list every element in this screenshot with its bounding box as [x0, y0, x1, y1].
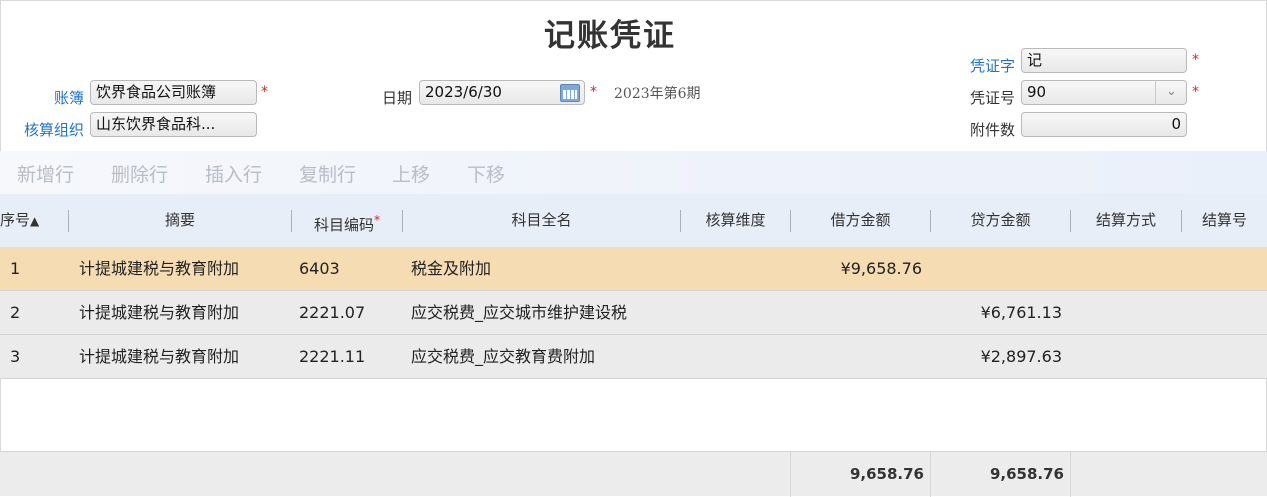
row-seq: 1 [10, 259, 21, 278]
move-up-button[interactable]: 上移 [392, 160, 430, 187]
row-account-name[interactable]: 应交税费_应交城市维护建设税 [411, 291, 627, 335]
add-row-button[interactable]: 新增行 [17, 160, 74, 187]
org-label[interactable]: 核算组织 [14, 119, 84, 140]
col-credit[interactable]: 贷方金额 [931, 194, 1070, 247]
attachments-label: 附件数 [969, 121, 1015, 139]
delete-row-button[interactable]: 删除行 [111, 160, 168, 187]
ledger-field[interactable]: 饮界食品公司账簿 [90, 80, 257, 105]
move-down-button[interactable]: 下移 [467, 160, 505, 187]
copy-row-button[interactable]: 复制行 [299, 160, 356, 187]
date-label: 日期 [381, 89, 412, 107]
table-row[interactable]: 1 计提城建税与教育附加 6403 税金及附加 ¥9,658.76 [0, 247, 1267, 291]
totals-row: 9,658.76 9,658.76 [0, 451, 1267, 497]
insert-row-button[interactable]: 插入行 [205, 160, 262, 187]
grid-header: 序号▲ 摘要 科目编码* 科目全名 核算维度 借方金额 贷方金额 结算方式 结算… [0, 194, 1267, 247]
row-debit[interactable] [791, 291, 922, 335]
row-account-code[interactable]: 2221.07 [299, 291, 365, 335]
sort-asc-icon[interactable]: ▲ [30, 214, 39, 228]
required-mark: * [374, 213, 380, 227]
row-account-code[interactable]: 6403 [299, 247, 340, 291]
row-credit[interactable]: ¥6,761.13 [931, 291, 1062, 335]
voucher-no-label: 凭证号 [969, 89, 1015, 107]
org-field[interactable]: 山东饮界食品科... [90, 112, 257, 137]
row-summary[interactable]: 计提城建税与教育附加 [79, 291, 239, 335]
row-account-name[interactable]: 税金及附加 [411, 247, 491, 291]
row-account-code[interactable]: 2221.11 [299, 335, 365, 379]
row-seq: 2 [10, 303, 21, 322]
col-settle-no[interactable]: 结算号 [1182, 194, 1267, 247]
required-mark: * [1192, 84, 1199, 100]
required-mark: * [261, 84, 268, 100]
required-mark: * [590, 84, 597, 100]
row-seq: 3 [10, 347, 21, 366]
chevron-down-icon[interactable]: ⌄ [1155, 80, 1187, 105]
table-row[interactable]: 3 计提城建税与教育附加 2221.11 应交税费_应交教育费附加 ¥2,897… [0, 335, 1267, 379]
attachments-field[interactable]: 0 [1021, 112, 1187, 137]
col-dimension[interactable]: 核算维度 [681, 194, 790, 247]
ledger-label[interactable]: 账簿 [40, 87, 84, 108]
col-settle-method[interactable]: 结算方式 [1071, 194, 1181, 247]
row-toolbar: 新增行 删除行 插入行 复制行 上移 下移 [0, 151, 1267, 194]
row-debit[interactable]: ¥9,658.76 [791, 247, 922, 291]
row-account-name[interactable]: 应交税费_应交教育费附加 [411, 335, 595, 379]
required-mark: * [1192, 52, 1199, 68]
voucher-word-field[interactable]: 记 [1021, 48, 1187, 73]
row-summary[interactable]: 计提城建税与教育附加 [79, 247, 239, 291]
row-credit[interactable] [931, 247, 1062, 291]
row-summary[interactable]: 计提城建税与教育附加 [79, 335, 239, 379]
total-debit: 9,658.76 [849, 465, 924, 483]
calendar-icon[interactable] [560, 84, 580, 102]
period-text: 2023年第6期 [614, 86, 701, 102]
col-seq[interactable]: 序号▲ [0, 194, 68, 247]
voucher-word-label[interactable]: 凭证字 [955, 55, 1015, 76]
table-row[interactable]: 2 计提城建税与教育附加 2221.07 应交税费_应交城市维护建设税 ¥6,7… [0, 291, 1267, 335]
col-account-code[interactable]: 科目编码* [292, 194, 402, 247]
col-account-name[interactable]: 科目全名 [403, 194, 680, 247]
total-credit: 9,658.76 [989, 465, 1064, 483]
row-debit[interactable] [791, 335, 922, 379]
row-credit[interactable]: ¥2,897.63 [931, 335, 1062, 379]
col-summary[interactable]: 摘要 [69, 194, 291, 247]
col-debit[interactable]: 借方金额 [791, 194, 930, 247]
